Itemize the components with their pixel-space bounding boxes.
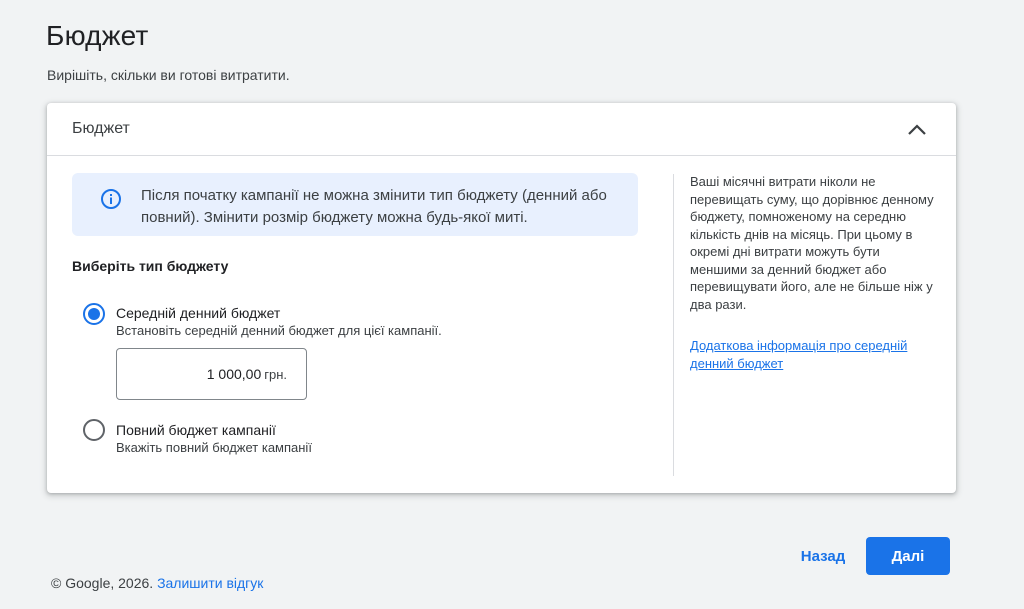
feedback-link[interactable]: Залишити відгук xyxy=(157,575,263,591)
next-button[interactable]: Далі xyxy=(866,537,950,575)
daily-budget-input[interactable]: 1 000,00 грн. xyxy=(116,348,307,400)
total-budget-radio[interactable] xyxy=(83,419,105,441)
amount-value: 1 000,00 xyxy=(206,366,262,382)
amount-unit: грн. xyxy=(264,366,287,382)
card-header[interactable]: Бюджет xyxy=(47,103,956,156)
back-button[interactable]: Назад xyxy=(792,538,854,575)
info-icon xyxy=(101,189,121,209)
daily-budget-label[interactable]: Середній денний бюджет xyxy=(116,305,280,321)
learn-more-link[interactable]: Додаткова інформація про середній денний… xyxy=(690,337,935,372)
help-text: Ваші місячні витрати ніколи не перевищат… xyxy=(690,174,934,312)
info-text: Після початку кампанії не можна змінити … xyxy=(141,187,607,226)
total-budget-label[interactable]: Повний бюджет кампанії xyxy=(116,422,276,438)
info-banner: Після початку кампанії не можна змінити … xyxy=(72,173,638,236)
chevron-up-icon xyxy=(908,124,926,135)
budget-type-heading: Виберіть тип бюджету xyxy=(72,258,229,274)
card-title: Бюджет xyxy=(72,120,130,137)
budget-card: Бюджет Після початку кампанії не можна з… xyxy=(47,103,956,493)
page-title: Бюджет xyxy=(46,20,149,51)
daily-budget-radio[interactable] xyxy=(83,303,105,325)
collapse-button[interactable] xyxy=(902,115,932,145)
daily-budget-description: Встановіть середній денний бюджет для ці… xyxy=(116,323,442,338)
copyright: © Google, 2026. xyxy=(51,575,154,591)
total-budget-description: Вкажіть повний бюджет кампанії xyxy=(116,440,312,455)
footer: © Google, 2026. Залишити відгук xyxy=(51,575,263,591)
vertical-divider xyxy=(673,174,674,476)
page-subtitle: Вирішіть, скільки ви готові витратити. xyxy=(47,67,290,83)
